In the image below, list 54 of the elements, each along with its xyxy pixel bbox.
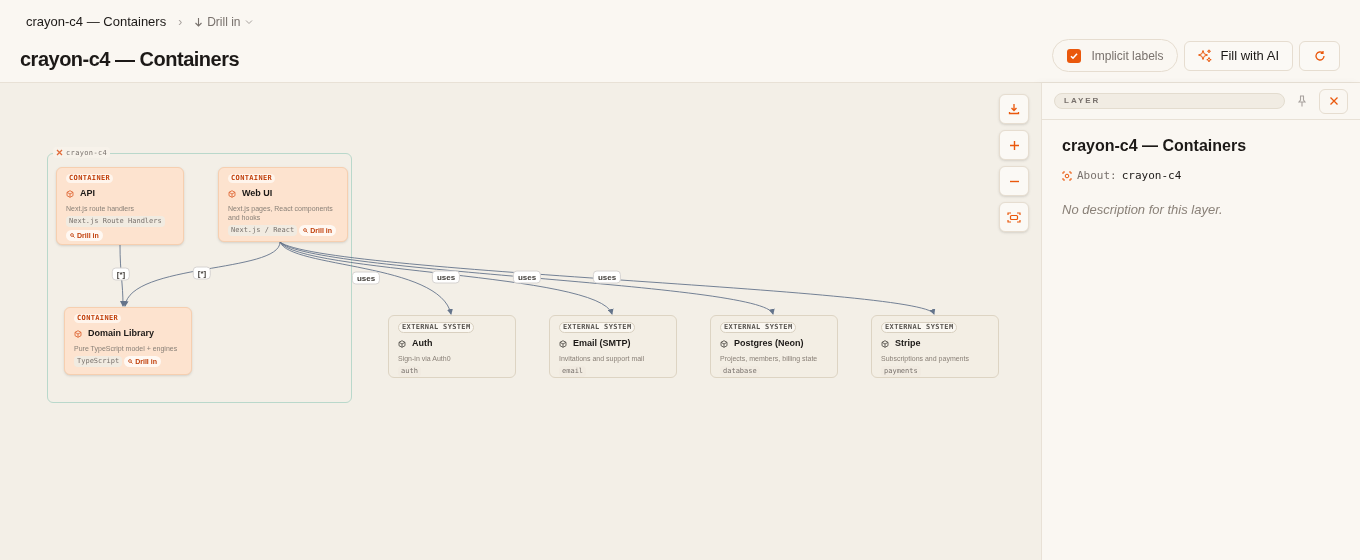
cube-icon	[720, 339, 728, 348]
sparkles-icon	[1198, 48, 1213, 63]
cube-icon	[881, 339, 889, 348]
fill-with-ai-button[interactable]: Fill with AI	[1184, 40, 1293, 71]
down-arrow-icon	[194, 17, 204, 27]
node-title: Auth	[412, 337, 433, 350]
pin-button[interactable]	[1295, 94, 1309, 108]
edge-label: uses	[512, 270, 542, 284]
panel-title: crayon-c4 — Containers	[1062, 136, 1248, 156]
edge-label: uses	[351, 271, 381, 285]
search-icon	[128, 358, 134, 364]
breadcrumb-separator: ›	[178, 14, 183, 31]
edge-label: uses	[431, 270, 461, 284]
edge-label: [*]	[192, 266, 212, 280]
zoom-in-button[interactable]	[999, 130, 1029, 160]
node-title: Email (SMTP)	[573, 337, 631, 350]
cube-icon	[398, 339, 406, 348]
edge-label: [*]	[111, 267, 131, 281]
pin-icon	[1297, 95, 1307, 107]
node-title: API	[80, 187, 95, 200]
cube-icon	[74, 329, 82, 338]
about-label: About:	[1077, 168, 1117, 184]
refresh-button[interactable]	[1299, 40, 1340, 71]
node-title: Web UI	[242, 187, 273, 200]
search-icon	[303, 227, 309, 233]
close-button[interactable]	[1319, 88, 1348, 114]
cube-icon	[228, 189, 236, 198]
check-icon	[1069, 50, 1080, 61]
fit-view-button[interactable]	[999, 202, 1029, 232]
minus-icon	[1008, 179, 1020, 183]
checkbox[interactable]	[1067, 48, 1082, 63]
download-icon	[1008, 103, 1020, 115]
node-title: Stripe	[895, 337, 921, 350]
close-icon	[1328, 96, 1339, 106]
caret-icon	[244, 19, 253, 25]
breadcrumb-item[interactable]: crayon-c4 — Containers	[26, 12, 167, 32]
layer-badge: LAYER	[1054, 93, 1285, 109]
plus-icon	[1008, 139, 1020, 151]
about-value: crayon-c4	[1121, 168, 1182, 184]
cube-icon	[66, 189, 74, 198]
boundary-icon	[56, 149, 63, 156]
panel-description: No description for this layer.	[1062, 200, 1224, 219]
node-title: Domain Library	[88, 327, 154, 340]
page-title: crayon-c4 — Containers	[20, 47, 241, 72]
edge-label: uses	[592, 270, 622, 284]
node-title: Postgres (Neon)	[734, 337, 804, 350]
zoom-out-button[interactable]	[999, 166, 1029, 196]
drill-in-menu[interactable]: Drill in	[194, 13, 253, 31]
target-icon	[1062, 171, 1072, 182]
download-button[interactable]	[999, 94, 1029, 124]
refresh-icon	[1313, 49, 1326, 62]
cube-icon	[559, 339, 567, 348]
fit-view-icon	[1007, 211, 1021, 223]
search-icon	[70, 232, 75, 238]
